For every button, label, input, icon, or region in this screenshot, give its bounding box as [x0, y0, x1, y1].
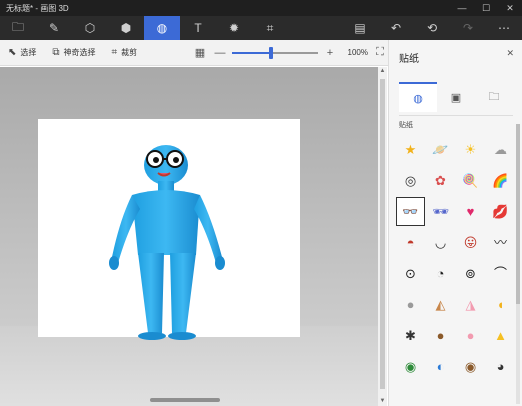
blue-eye-sticker[interactable]: ◐ — [427, 353, 454, 380]
blue-figure-3d-model[interactable] — [98, 129, 238, 343]
panel-scrollbar[interactable] — [516, 124, 520, 404]
dog-nose-sticker[interactable]: ● — [427, 322, 454, 349]
mustache-sticker[interactable]: 〰 — [487, 229, 514, 256]
cloud-sticker[interactable]: ☁ — [487, 136, 514, 163]
grid-icon[interactable]: ▦ — [192, 46, 208, 59]
horse-ear-sticker[interactable]: ◭ — [427, 291, 454, 318]
whisker-nose-sticker[interactable]: ✱ — [397, 322, 424, 349]
magic-select-button[interactable]: ⧉ 神奇选择 — [44, 40, 103, 66]
tongue-sticker[interactable]: 😛 — [457, 229, 484, 256]
selection-toolbar: ⬉ 选择 ⧉ 神奇选择 ⌗ 裁剪 ▦ — + 100% ⛶ — [0, 40, 388, 66]
magic-select-label: 神奇选择 — [63, 48, 96, 57]
select-label: 选择 — [20, 48, 37, 57]
redo-icon[interactable]: ↷ — [450, 16, 486, 40]
scroll-down-icon[interactable]: ▼ — [378, 397, 387, 406]
crop-button[interactable]: ⌗ 裁剪 — [104, 40, 146, 66]
paste-icon[interactable]: ▤ — [342, 16, 378, 40]
cursor-icon: ⬉ — [8, 47, 17, 58]
zoom-slider-thumb[interactable] — [268, 46, 273, 59]
gift-sticker[interactable]: ✿ — [427, 167, 454, 194]
eye-look-sticker[interactable]: ◔ — [427, 260, 454, 287]
title-bar: 无标题* - 画图 3D — ☐ ✕ — [0, 0, 522, 16]
drawing-canvas[interactable] — [38, 119, 300, 340]
zoom-slider[interactable] — [232, 46, 318, 60]
custom-sticker-tab[interactable]: 🗀 — [475, 82, 513, 112]
magic-select-icon: ⧉ — [52, 47, 60, 58]
close-button[interactable]: ✕ — [498, 0, 522, 16]
stickers-icon[interactable]: ◍ — [144, 16, 180, 40]
text-icon[interactable]: T — [180, 16, 216, 40]
spiral-sticker[interactable]: ◎ — [397, 167, 424, 194]
stickers-tab[interactable]: ◍ — [399, 82, 437, 112]
crop-icon: ⌗ — [111, 47, 118, 58]
main-toolbar: 🗀 ✎ ⬡ ⬢ ◍ T ✹ ⌗ ▤ ↶ ⟲ ↷ ⋯ — [0, 16, 522, 40]
eye-small-sticker[interactable]: ⊚ — [457, 260, 484, 287]
grin-sticker[interactable]: ◡ — [427, 229, 454, 256]
panel-title: 贴纸 — [399, 54, 419, 65]
zoom-in-button[interactable]: + — [322, 47, 338, 59]
lips-sticker[interactable]: 💋 — [487, 198, 514, 225]
undo-icon[interactable]: ↶ — [378, 16, 414, 40]
beak-sticker[interactable]: ▲ — [487, 322, 514, 349]
canvas-icon[interactable]: ⌗ — [252, 16, 288, 40]
gray-ear-sticker[interactable]: ● — [397, 291, 424, 318]
zoom-controls: ▦ — + 100% ⛶ — [192, 46, 388, 60]
sunglasses-sticker[interactable]: 🕶 — [427, 198, 454, 225]
planet-sticker[interactable]: 🪐 — [427, 136, 454, 163]
eyebrow-sticker[interactable]: ⌒ — [487, 260, 514, 287]
panel-close-icon[interactable]: ✕ — [506, 48, 514, 59]
lollipop-sticker[interactable]: 🍭 — [457, 167, 484, 194]
canvas-vertical-scrollbar[interactable]: ▲ ▼ — [378, 67, 387, 406]
minimize-button[interactable]: — — [450, 0, 474, 16]
sun-sticker[interactable]: ☀ — [457, 136, 484, 163]
maximize-button[interactable]: ☐ — [474, 0, 498, 16]
panel-divider — [399, 115, 513, 116]
rainbow-sticker[interactable]: 🌈 — [487, 167, 514, 194]
sticker-tabs: ◍ ▣ 🗀 — [399, 82, 513, 112]
menu-folder-icon[interactable]: 🗀 — [0, 16, 36, 40]
history-icon[interactable]: ⟲ — [414, 16, 450, 40]
pig-nose-sticker[interactable]: ● — [457, 322, 484, 349]
brown-eye-sticker[interactable]: ◉ — [457, 353, 484, 380]
star-sticker[interactable]: ★ — [397, 136, 424, 163]
fit-view-icon[interactable]: ⛶ — [372, 46, 388, 59]
2d-shapes-icon[interactable]: ⬡ — [72, 16, 108, 40]
3d-shapes-icon[interactable]: ⬢ — [108, 16, 144, 40]
workspace — [0, 67, 378, 406]
canvas-scroll-thumb[interactable] — [380, 79, 385, 389]
yellow-ear-sticker[interactable]: ◖ — [487, 291, 514, 318]
canvas-horizontal-scrollbar[interactable] — [150, 398, 220, 402]
textures-tab[interactable]: ▣ — [437, 82, 475, 112]
effects-icon[interactable]: ✹ — [216, 16, 252, 40]
crop-label: 裁剪 — [121, 48, 138, 57]
brush-icon[interactable]: ✎ — [36, 16, 72, 40]
more-icon[interactable]: ⋯ — [486, 16, 522, 40]
sticker-grid: ★ 🪐 ☀ ☁ ◎ ✿ 🍭 🌈 👓 🕶 ♥ 💋 ◓ ◡ 😛 〰 ⊙ ◔ ⊚ ⌒ ● ◭ ◮ ◖ ✱ ● ● ▲ ◉ ◐ ◉ ◕ — [396, 136, 517, 380]
cat-eye-sticker[interactable]: ◉ — [397, 353, 424, 380]
scroll-up-icon[interactable]: ▲ — [378, 67, 387, 76]
pink-ear-sticker[interactable]: ◮ — [457, 291, 484, 318]
open-mouth-sticker[interactable]: ◓ — [397, 229, 424, 256]
section-label: 贴纸 — [399, 122, 413, 129]
select-button[interactable]: ⬉ 选择 — [0, 40, 44, 66]
zoom-value: 100% — [347, 48, 368, 57]
lash-eye-sticker[interactable]: ◕ — [487, 353, 514, 380]
heart-sticker[interactable]: ♥ — [457, 198, 484, 225]
stickers-panel: 贴纸 ✕ ◍ ▣ 🗀 贴纸 ★ 🪐 ☀ ☁ ◎ ✿ 🍭 🌈 👓 🕶 ♥ 💋 ◓ ◡ 😛 〰 ⊙ ◔ ⊚ ⌒ ● ◭ ◮ ◖ ✱ ●… — [388, 40, 522, 406]
eye-sticker[interactable]: ⊙ — [397, 260, 424, 287]
zoom-out-button[interactable]: — — [212, 47, 228, 59]
glasses-sticker[interactable]: 👓 — [396, 197, 425, 226]
window-title: 无标题* - 画图 3D — [6, 3, 69, 13]
